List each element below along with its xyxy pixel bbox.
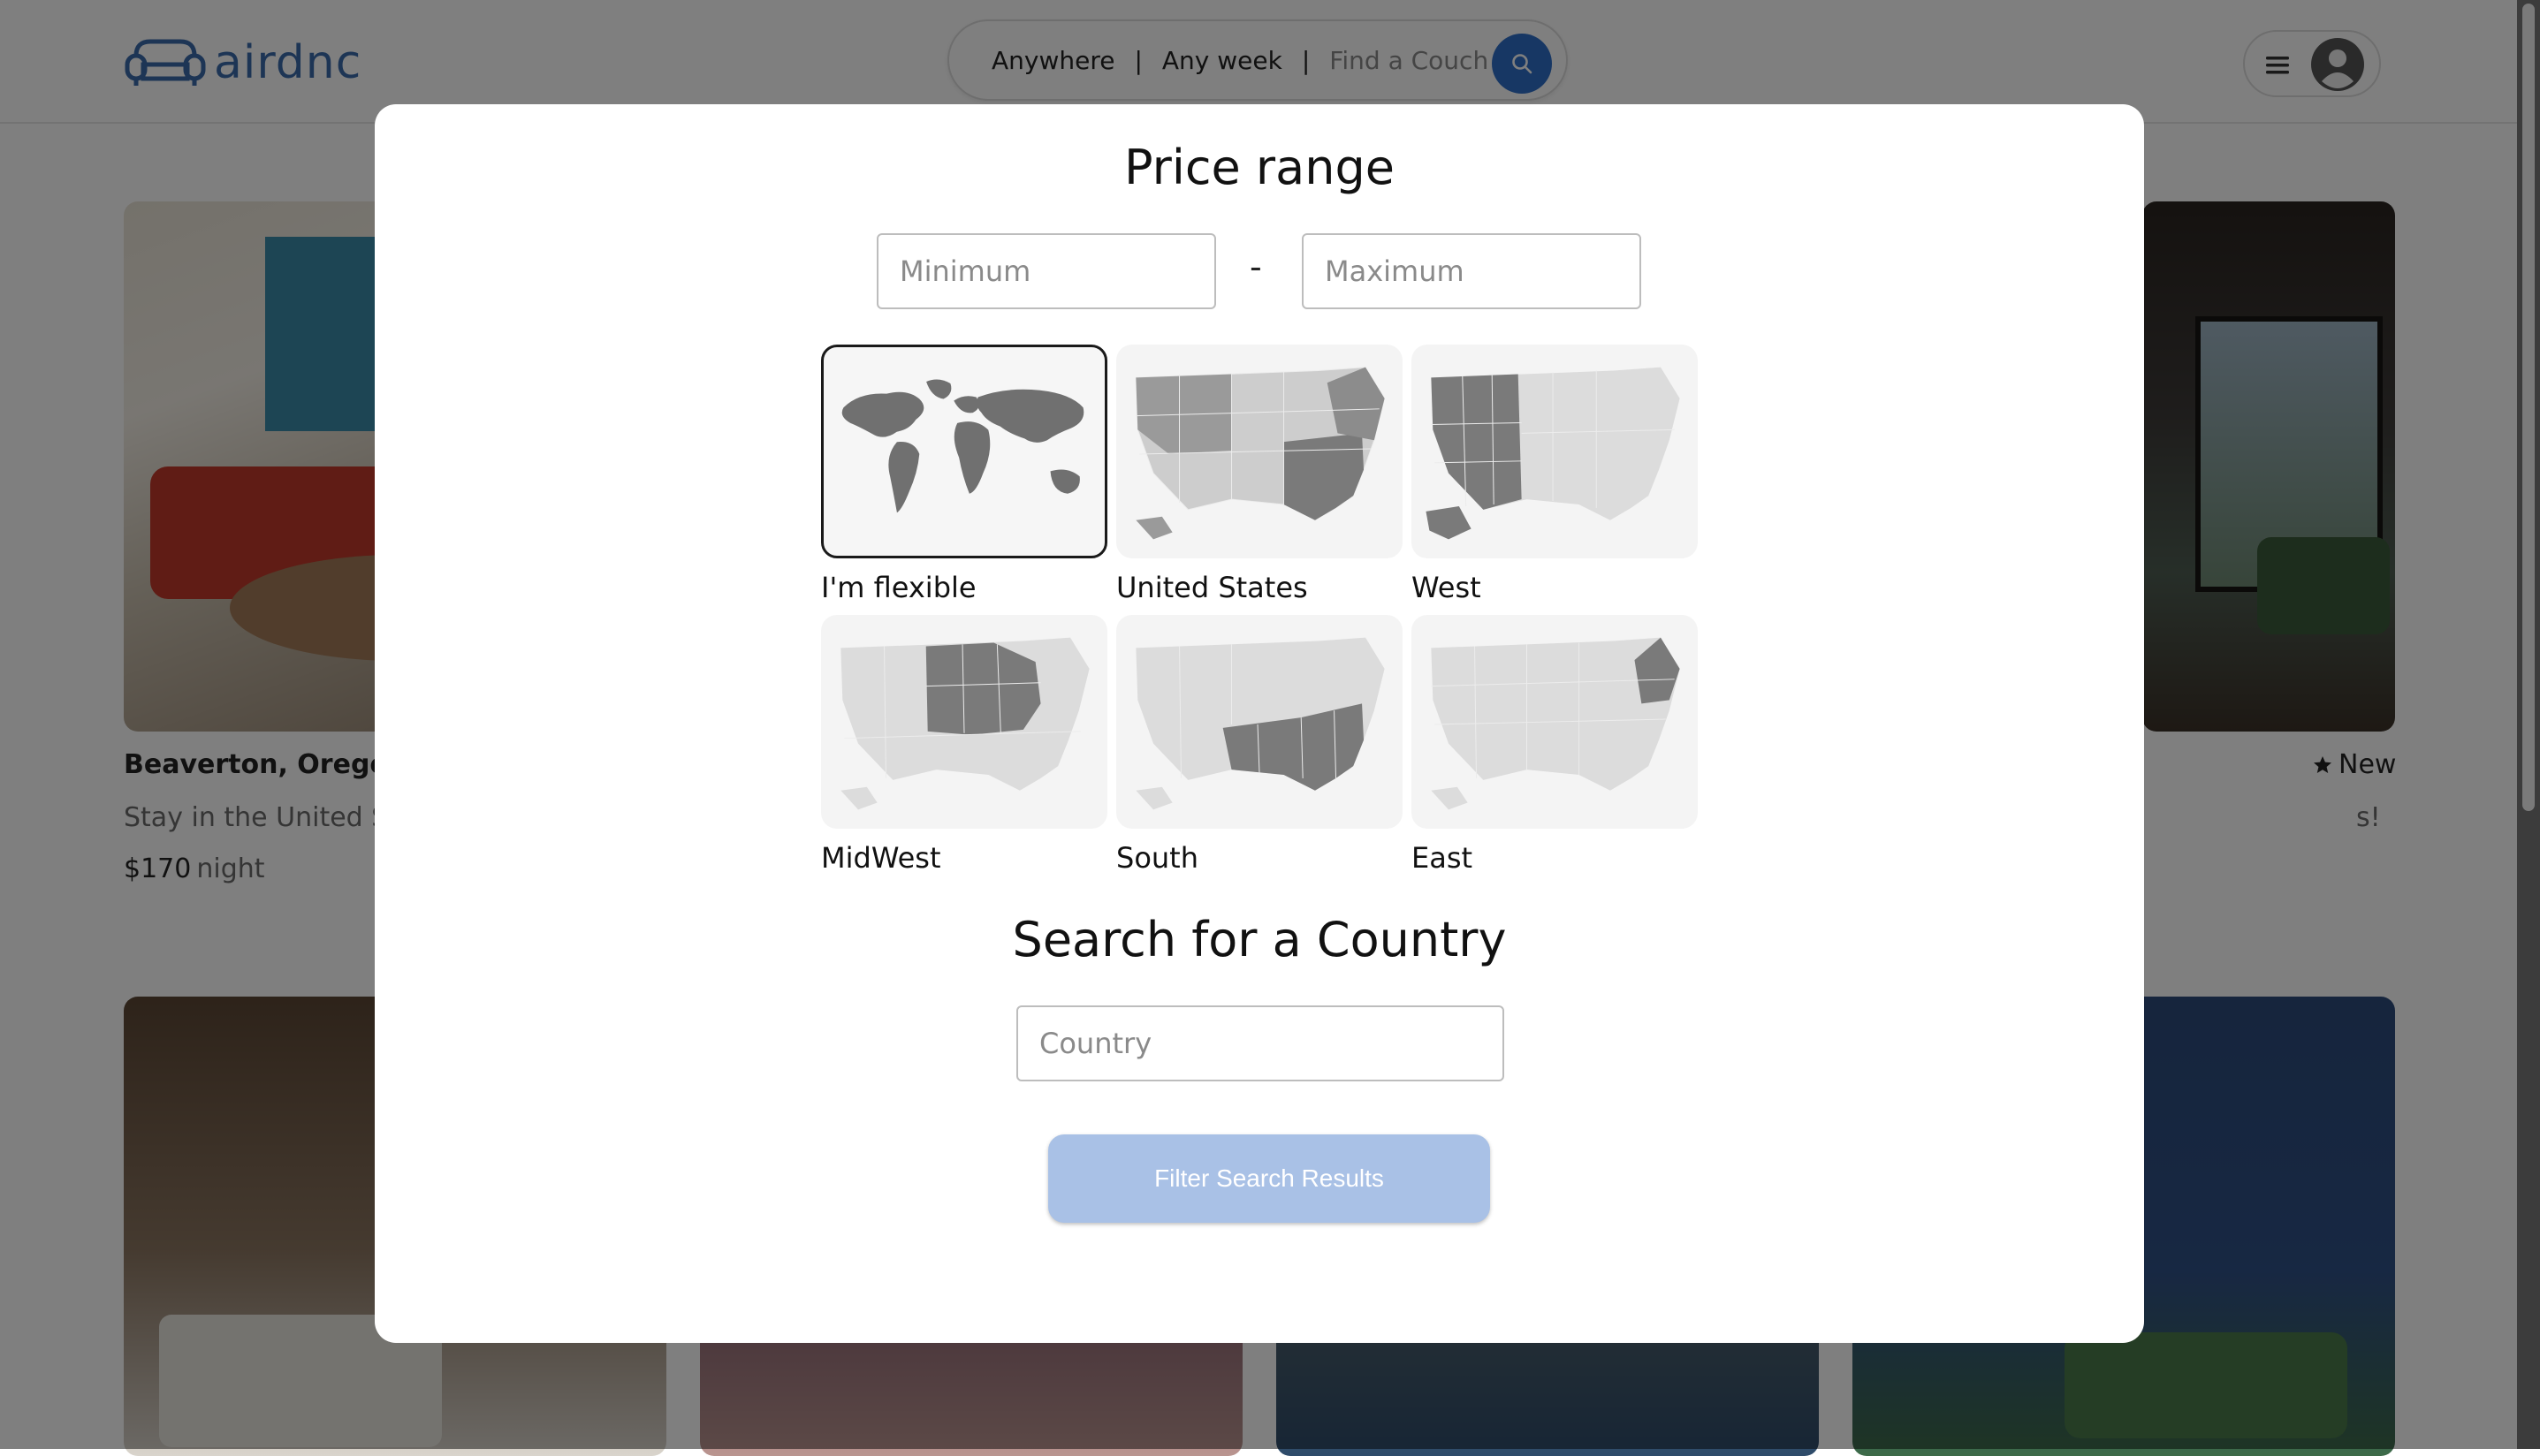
east-map-icon bbox=[1411, 615, 1698, 829]
region-label: I'm flexible bbox=[821, 571, 977, 604]
scrollbar-thumb[interactable] bbox=[2522, 4, 2535, 811]
page-scrollbar[interactable] bbox=[2517, 0, 2540, 1449]
price-min-input[interactable] bbox=[877, 233, 1216, 309]
region-south[interactable]: South bbox=[1116, 615, 1403, 875]
region-midwest[interactable]: MidWest bbox=[821, 615, 1107, 875]
country-input[interactable] bbox=[1016, 1005, 1504, 1081]
region-label: East bbox=[1411, 841, 1473, 875]
filter-search-results-button[interactable]: Filter Search Results bbox=[1048, 1134, 1490, 1223]
south-map-icon bbox=[1116, 615, 1403, 829]
region-west[interactable]: West bbox=[1411, 345, 1698, 604]
west-map-icon bbox=[1411, 345, 1698, 558]
region-label: MidWest bbox=[821, 841, 941, 875]
region-flexible[interactable]: I'm flexible bbox=[821, 345, 1107, 604]
price-dash: - bbox=[1250, 247, 1262, 286]
country-search-title: Search for a Country bbox=[1012, 912, 1507, 967]
region-label: South bbox=[1116, 841, 1198, 875]
region-east[interactable]: East bbox=[1411, 615, 1698, 875]
region-united-states[interactable]: United States bbox=[1116, 345, 1403, 604]
filter-modal: Price range - I'm flexible bbox=[375, 104, 2144, 1343]
us-map-icon bbox=[1116, 345, 1403, 558]
price-max-input[interactable] bbox=[1302, 233, 1641, 309]
region-label: West bbox=[1411, 571, 1481, 604]
world-map-icon bbox=[821, 345, 1107, 558]
price-range-title: Price range bbox=[1124, 140, 1395, 195]
region-label: United States bbox=[1116, 571, 1308, 604]
midwest-map-icon bbox=[821, 615, 1107, 829]
